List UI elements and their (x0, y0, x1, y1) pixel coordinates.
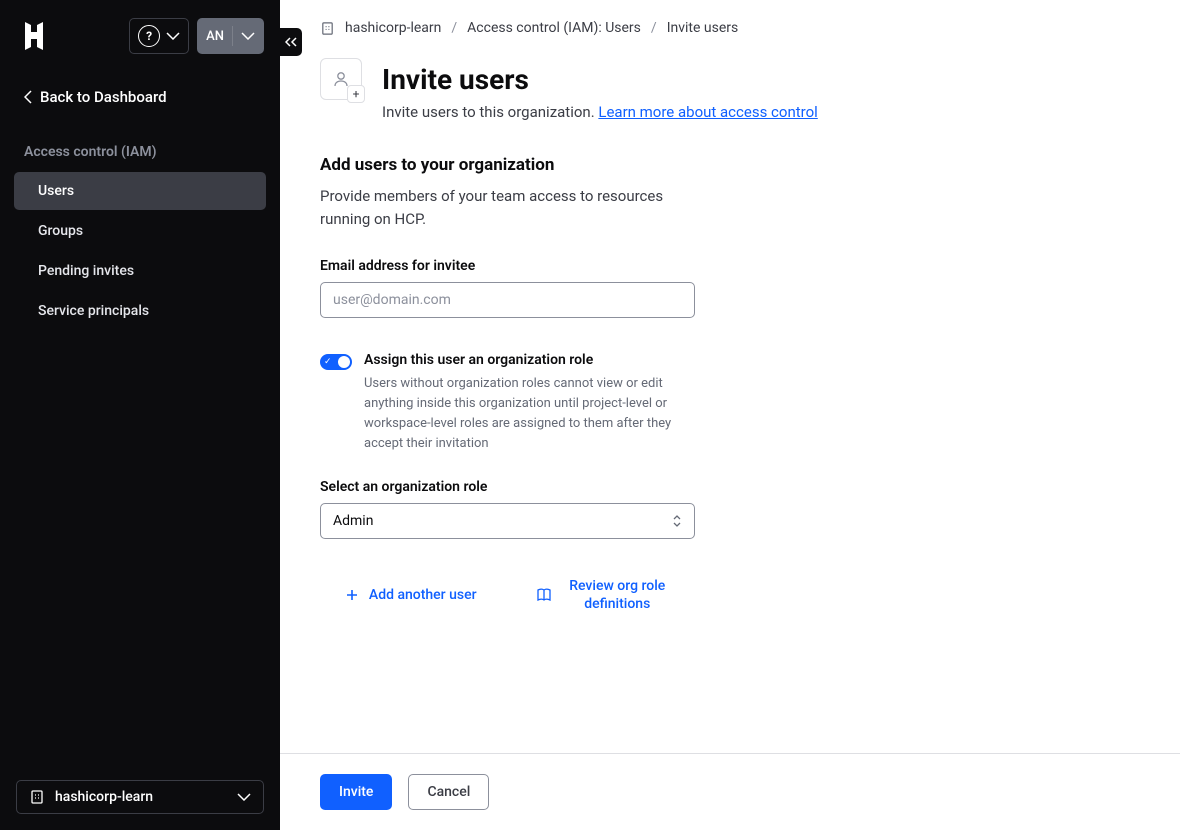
sidebar-nav: Access control (IAM) Users Groups Pendin… (0, 122, 280, 340)
back-label: Back to Dashboard (40, 88, 167, 106)
learn-more-link[interactable]: Learn more about access control (598, 103, 817, 121)
sidebar-item-users[interactable]: Users (14, 172, 266, 210)
breadcrumb-org[interactable]: hashicorp-learn (345, 20, 441, 36)
org-icon (29, 789, 45, 805)
breadcrumb-current: Invite users (667, 20, 739, 36)
logo[interactable] (16, 18, 52, 54)
user-org-badge-menu[interactable]: AN (197, 18, 264, 54)
sidebar: ? AN Back to Dashboard Access control (I… (0, 0, 280, 830)
email-field[interactable] (320, 282, 695, 318)
chevron-down-icon (166, 32, 180, 40)
sidebar-item-pending-invites[interactable]: Pending invites (14, 252, 266, 290)
org-icon (320, 21, 335, 36)
plus-icon (345, 588, 359, 602)
page-title: Invite users (382, 62, 818, 97)
chevron-down-icon (241, 32, 255, 40)
toggle-title: Assign this user an organization role (364, 352, 695, 368)
cancel-button[interactable]: Cancel (408, 774, 489, 810)
book-icon (536, 588, 552, 602)
sidebar-footer: hashicorp-learn (0, 764, 280, 830)
collapse-sidebar-button[interactable] (280, 28, 302, 56)
section-desc: Provide members of your team access to r… (320, 185, 700, 230)
breadcrumb-sep: / (451, 20, 457, 36)
assign-role-toggle-row: Assign this user an organization role Us… (320, 352, 695, 455)
back-to-dashboard-link[interactable]: Back to Dashboard (0, 72, 280, 122)
assign-role-toggle[interactable] (320, 354, 352, 370)
main: hashicorp-learn / Access control (IAM): … (280, 0, 1180, 830)
plus-badge-icon: + (347, 85, 365, 103)
page-icon: + (320, 58, 362, 100)
footer-actions: Invite Cancel (280, 753, 1180, 830)
role-value: Admin (333, 513, 373, 529)
page-header: + Invite users Invite users to this orga… (280, 46, 1180, 145)
role-select[interactable]: Admin (320, 503, 695, 539)
help-menu[interactable]: ? (129, 18, 189, 54)
email-label: Email address for invitee (320, 258, 1140, 274)
form-content: Add users to your organization Provide m… (280, 145, 1180, 753)
role-label: Select an organization role (320, 479, 1140, 495)
review-role-definitions-link[interactable]: Review org role definitions (514, 569, 696, 623)
invite-button[interactable]: Invite (320, 774, 392, 810)
breadcrumb: hashicorp-learn / Access control (IAM): … (280, 0, 1180, 46)
org-selector-label: hashicorp-learn (55, 789, 153, 805)
select-caret-icon (672, 514, 682, 528)
toggle-desc: Users without organization roles cannot … (364, 374, 695, 455)
add-another-user-link[interactable]: Add another user (320, 569, 502, 623)
breadcrumb-sep: / (651, 20, 657, 36)
sidebar-header: ? AN (0, 0, 280, 72)
sidebar-item-service-principals[interactable]: Service principals (14, 292, 266, 330)
help-icon: ? (138, 25, 160, 47)
chevrons-left-icon (285, 37, 297, 47)
page-description: Invite users to this organization. Learn… (382, 103, 818, 121)
chevron-left-icon (24, 90, 32, 104)
org-selector-dropdown[interactable]: hashicorp-learn (16, 780, 264, 814)
chevron-down-icon (237, 793, 251, 801)
sidebar-item-groups[interactable]: Groups (14, 212, 266, 250)
section-title: Add users to your organization (320, 155, 1140, 175)
link-actions: Add another user Review org role definit… (320, 569, 695, 623)
breadcrumb-users[interactable]: Access control (IAM): Users (467, 20, 641, 36)
org-badge-label: AN (198, 23, 232, 50)
nav-section-heading: Access control (IAM) (0, 130, 280, 170)
